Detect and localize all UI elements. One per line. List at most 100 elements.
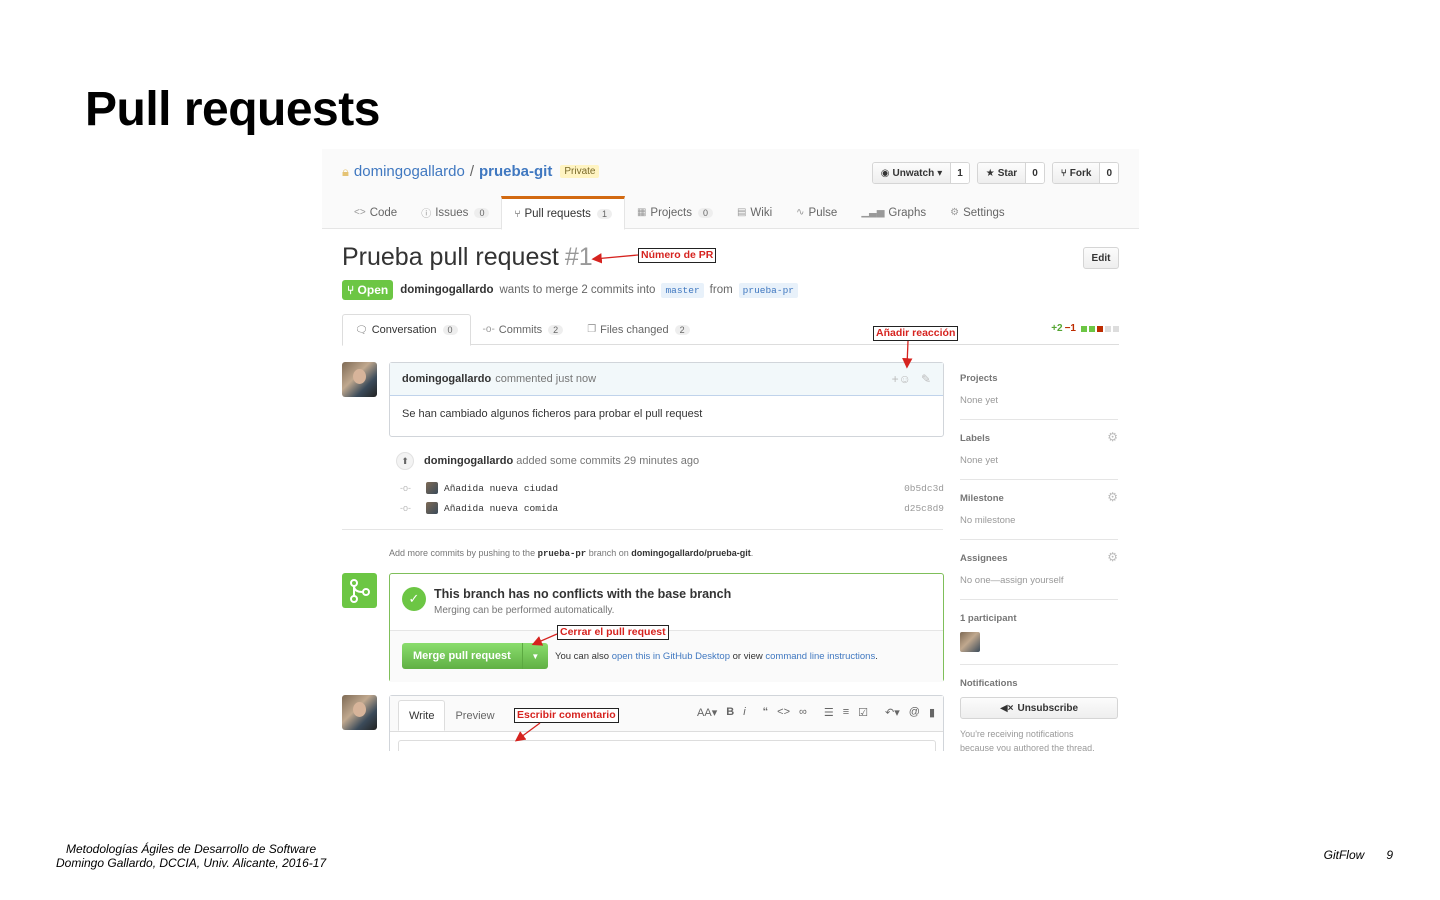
avatar xyxy=(426,482,438,494)
star-label: Star xyxy=(997,167,1018,179)
comment-author-link[interactable]: domingogallardo xyxy=(402,373,491,385)
list-item[interactable]: -o- Añadida nueva comida d25c8d9 xyxy=(400,499,944,517)
quote-icon[interactable]: “ xyxy=(763,706,769,719)
open-in-desktop-link[interactable]: open this in GitHub Desktop xyxy=(612,651,730,662)
sidebar-projects[interactable]: Projects None yet xyxy=(960,362,1118,420)
tab-pull-requests-label: Pull requests xyxy=(524,208,591,220)
tab-wiki[interactable]: ▤ Wiki xyxy=(725,196,784,229)
avatar[interactable] xyxy=(342,695,377,730)
merge-description: wants to merge 2 commits into xyxy=(499,284,656,296)
unsubscribe-button[interactable]: ◀× Unsubscribe xyxy=(960,697,1118,719)
tab-files-changed-label: Files changed xyxy=(600,323,669,336)
projects-counter: 0 xyxy=(697,207,713,218)
star-count[interactable]: 0 xyxy=(1025,163,1044,183)
repo-push-icon: ⬆ xyxy=(396,452,414,470)
tab-code[interactable]: <> Code xyxy=(342,196,409,229)
commit-sha[interactable]: 0b5dc3d xyxy=(904,483,944,494)
code-icon: <> xyxy=(354,207,366,218)
pr-sidebar: Projects None yet Labels None yet ⚙ Mile… xyxy=(960,362,1118,751)
ordered-list-icon[interactable]: ≡ xyxy=(843,706,849,719)
merge-options-dropdown[interactable]: ▼ xyxy=(521,643,548,669)
sidebar-milestone[interactable]: Milestone No milestone ⚙ xyxy=(960,480,1118,540)
pr-author-link[interactable]: domingogallardo xyxy=(400,284,493,296)
git-merge-icon xyxy=(342,573,377,608)
tab-settings[interactable]: ⚙ Settings xyxy=(938,196,1017,229)
head-branch[interactable]: prueba-pr xyxy=(738,282,798,298)
gear-icon[interactable]: ⚙ xyxy=(1107,550,1118,564)
sidebar-projects-value: None yet xyxy=(960,395,999,406)
tab-files-changed[interactable]: ❐ Files changed 2 xyxy=(575,314,701,345)
fork-count[interactable]: 0 xyxy=(1099,163,1118,183)
avatar[interactable] xyxy=(960,632,980,652)
edit-button[interactable]: Edit xyxy=(1083,247,1119,269)
file-diff-icon: ❐ xyxy=(587,324,597,335)
tab-wiki-label: Wiki xyxy=(750,206,773,219)
task-list-icon[interactable]: ☑ xyxy=(858,706,868,719)
list-item[interactable]: -o- Añadida nueva ciudad 0b5dc3d xyxy=(400,479,944,497)
pr-tabs: 🗨︎ Conversation 0 -o- Commits 2 ❐ Files … xyxy=(342,314,1119,346)
watch-count[interactable]: 1 xyxy=(950,163,969,183)
check-icon: ✓ xyxy=(402,587,426,611)
tab-preview[interactable]: Preview xyxy=(445,701,504,731)
text-size-button[interactable]: AA▾ xyxy=(697,706,717,719)
tab-pulse-label: Pulse xyxy=(808,206,838,219)
diff-deletions: −1 xyxy=(1064,323,1076,334)
private-badge: Private xyxy=(560,165,600,178)
pencil-icon[interactable]: ✎ xyxy=(921,372,931,386)
tab-write[interactable]: Write xyxy=(398,700,446,731)
tab-projects-label: Projects xyxy=(650,206,692,219)
sidebar-milestone-title: Milestone xyxy=(960,493,1004,504)
command-line-link[interactable]: command line instructions xyxy=(765,651,875,662)
slide-footer-credits: Metodologías Ágiles de Desarrollo de Sof… xyxy=(56,842,326,870)
page-number: 9 xyxy=(1386,848,1393,862)
conversation-counter: 0 xyxy=(442,325,458,335)
italic-button[interactable]: i xyxy=(743,706,745,719)
comment-textarea[interactable] xyxy=(398,740,936,751)
bookmark-icon[interactable]: ▮ xyxy=(929,706,935,719)
sidebar-labels[interactable]: Labels None yet ⚙ xyxy=(960,420,1118,480)
commit-message[interactable]: Añadida nueva ciudad xyxy=(444,483,558,494)
merge-pull-request-button[interactable]: Merge pull request xyxy=(402,643,522,669)
markdown-toolbar: AA▾ B i “ <> ∞ ☰ ≡ ☑ ↶▾ @ ▮ xyxy=(697,706,935,719)
add-reaction-icon[interactable]: +☺ xyxy=(892,372,911,386)
graph-icon: ▁▃▅ xyxy=(861,207,885,218)
star-control: ★ Star 0 xyxy=(976,162,1045,184)
tab-projects[interactable]: ▦ Projects 0 xyxy=(625,196,725,229)
commit-message[interactable]: Añadida nueva comida xyxy=(444,503,558,514)
unwatch-button[interactable]: ◉ Unwatch ▾ xyxy=(872,163,951,183)
sidebar-notifications-title: Notifications xyxy=(960,678,1018,689)
diffstat-block xyxy=(1097,325,1103,332)
sidebar-assignees[interactable]: Assignees No one—assign yourself ⚙ xyxy=(960,540,1118,600)
gear-icon[interactable]: ⚙ xyxy=(1107,490,1118,504)
commit-sha[interactable]: d25c8d9 xyxy=(904,503,944,514)
diffstat-block xyxy=(1105,325,1111,332)
tab-issues[interactable]: ⓘ Issues 0 xyxy=(409,196,501,229)
star-button[interactable]: ★ Star xyxy=(977,163,1026,183)
tab-conversation[interactable]: 🗨︎ Conversation 0 xyxy=(342,314,471,346)
slide-footer-right: GitFlow 9 xyxy=(1324,848,1393,862)
fork-label: Fork xyxy=(1069,167,1092,179)
reply-icon[interactable]: ↶▾ xyxy=(885,706,900,719)
avatar[interactable] xyxy=(342,362,377,397)
sidebar-notifications: Notifications ◀× Unsubscribe You're rece… xyxy=(960,665,1118,751)
mention-icon[interactable]: @ xyxy=(909,706,920,719)
text-size-label: AA xyxy=(697,707,712,719)
comment-meta: commented just now xyxy=(495,373,597,385)
tab-commits[interactable]: -o- Commits 2 xyxy=(471,314,576,345)
code-icon[interactable]: <> xyxy=(777,706,790,719)
base-branch[interactable]: master xyxy=(661,282,704,298)
repo-actions: ◉ Unwatch ▾ 1 ★ Star 0 ⑂ Fork 0 xyxy=(871,162,1119,184)
repo-owner-link[interactable]: domingogallardo xyxy=(354,163,465,180)
repo-name-link[interactable]: prueba-git xyxy=(479,163,552,180)
add-more-middle: branch on xyxy=(588,548,629,558)
bold-button[interactable]: B xyxy=(726,706,734,719)
commits-event-author[interactable]: domingogallardo xyxy=(424,455,513,467)
unordered-list-icon[interactable]: ☰ xyxy=(824,706,834,719)
comment-actions: +☺ ✎ xyxy=(892,372,931,386)
tab-pull-requests[interactable]: ⑂ Pull requests 1 xyxy=(501,196,625,230)
link-icon[interactable]: ∞ xyxy=(799,706,807,719)
tab-graphs[interactable]: ▁▃▅ Graphs xyxy=(849,196,938,229)
gear-icon[interactable]: ⚙ xyxy=(1107,430,1118,444)
fork-button[interactable]: ⑂ Fork xyxy=(1052,163,1100,183)
tab-pulse[interactable]: ∿ Pulse xyxy=(784,196,849,229)
